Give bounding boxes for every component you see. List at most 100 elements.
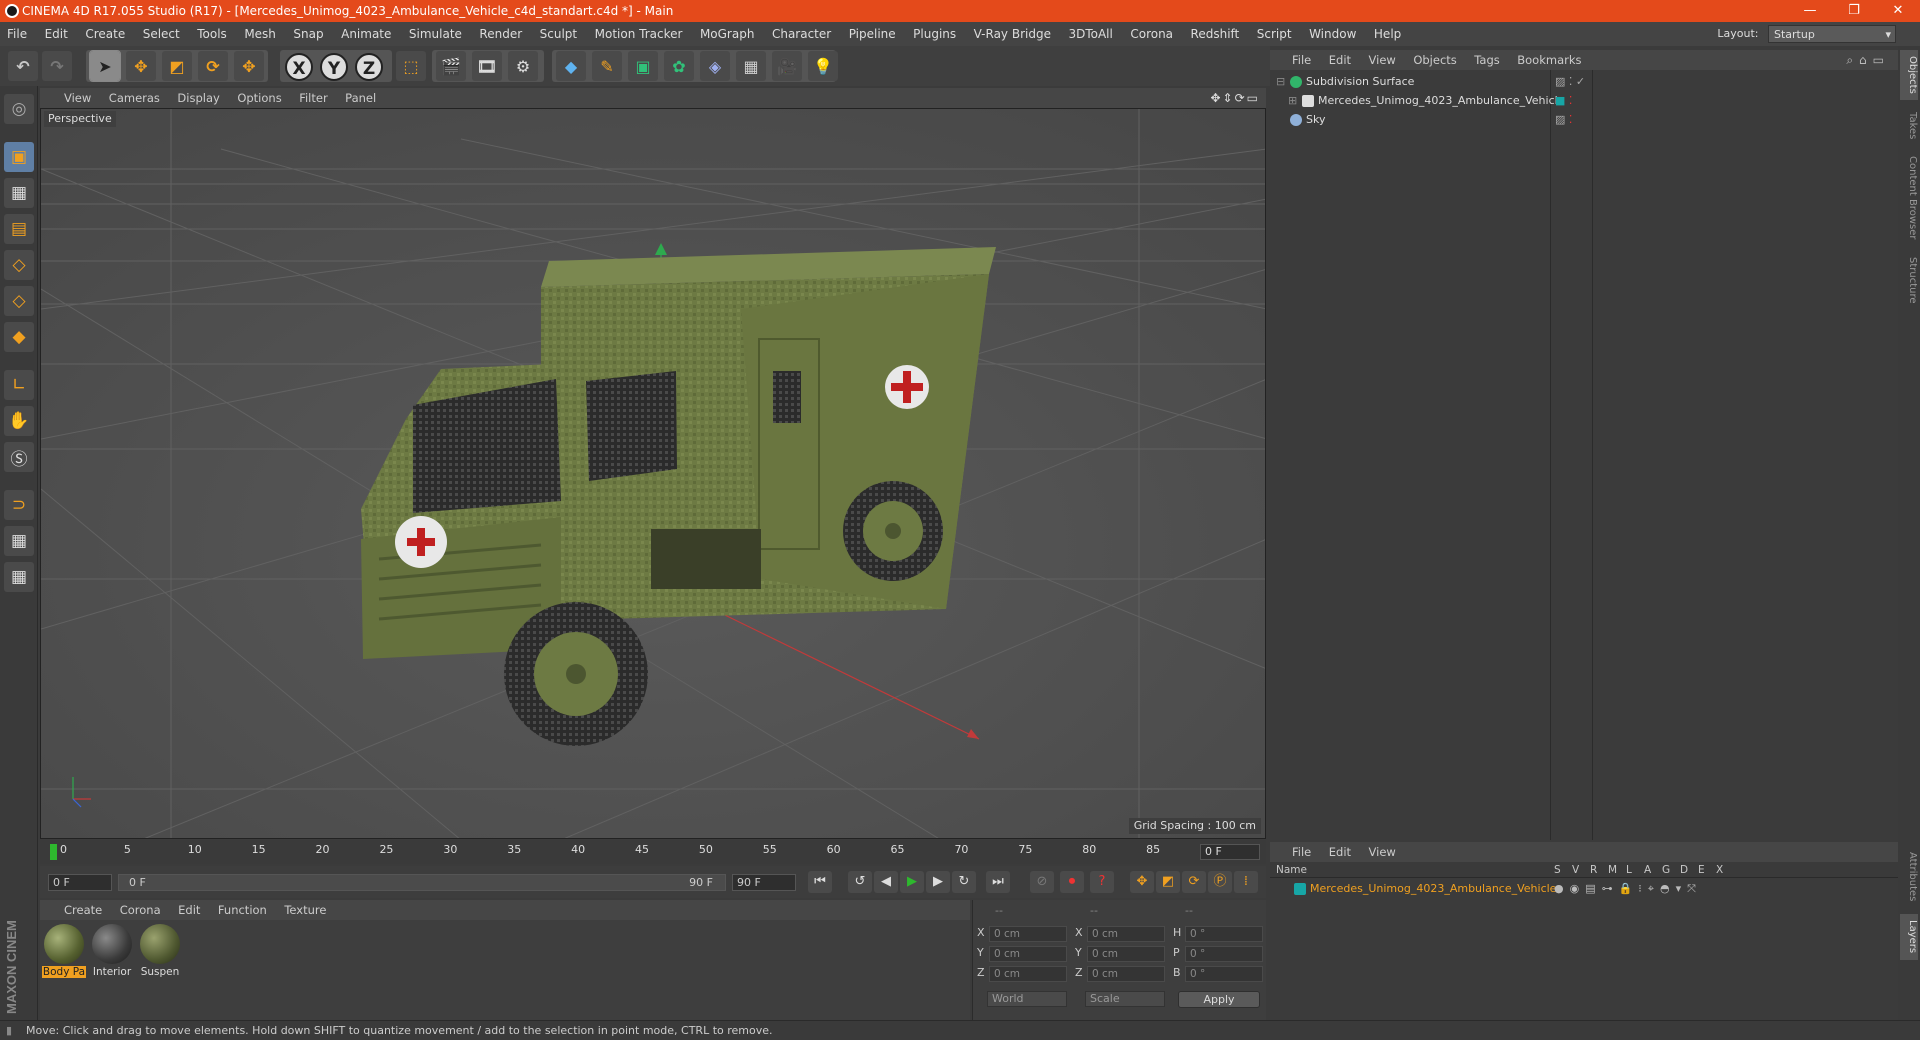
move-icon[interactable]: ✥ <box>126 51 156 81</box>
redo-icon[interactable]: ↷ <box>42 51 72 81</box>
previous-key-icon[interactable]: ↺ <box>848 871 872 893</box>
menu-redshift[interactable]: Redshift <box>1184 22 1247 46</box>
deformer-icon[interactable]: ◈ <box>700 51 730 81</box>
subdivision-surface-icon[interactable]: ▣ <box>628 51 658 81</box>
tab-takes[interactable]: Takes <box>1900 106 1918 146</box>
viewport-menu-options[interactable]: Options <box>230 88 288 108</box>
position-z-field[interactable]: 0 cm <box>989 966 1067 982</box>
objects-menu-view[interactable]: View <box>1362 50 1403 70</box>
viewport[interactable]: Perspective Grid Spacing : 100 cm <box>40 108 1266 839</box>
objects-menu-bookmarks[interactable]: Bookmarks <box>1510 50 1588 70</box>
floor-icon[interactable]: ▦ <box>736 51 766 81</box>
material-menu-edit[interactable]: Edit <box>171 900 207 920</box>
tab-layers[interactable]: Layers <box>1900 914 1918 960</box>
coordinate-system-icon[interactable]: ⬚ <box>396 51 426 81</box>
menu-edit[interactable]: Edit <box>38 22 75 46</box>
model-mode-icon[interactable]: ▣ <box>4 142 34 172</box>
playhead-marker[interactable] <box>50 844 57 860</box>
camera-label[interactable]: Perspective <box>44 111 116 127</box>
visibility-dots-icon[interactable]: ▨ ⁚ <box>1555 111 1572 129</box>
menu-corona[interactable]: Corona <box>1123 22 1180 46</box>
menu-sculpt[interactable]: Sculpt <box>533 22 584 46</box>
size-y-field[interactable]: 0 cm <box>1087 946 1165 962</box>
render-view-icon[interactable]: 🎬 <box>436 51 466 81</box>
menu-window[interactable]: Window <box>1302 22 1363 46</box>
coordinate-space-select[interactable]: World <box>987 991 1067 1007</box>
go-to-start-icon[interactable]: ⏮ <box>808 871 832 893</box>
rotation-p-field[interactable]: 0 ° <box>1185 946 1263 962</box>
layer-row[interactable]: Mercedes_Unimog_4023_Ambulance_Vehicle ●… <box>1270 880 1898 898</box>
axis-mode-icon[interactable]: ∟ <box>4 370 34 400</box>
axis-y-icon[interactable]: Y <box>320 53 348 81</box>
position-y-field[interactable]: 0 cm <box>989 946 1067 962</box>
solo-icon[interactable]: Ⓢ <box>4 442 34 472</box>
undo-icon[interactable]: ↶ <box>8 51 38 81</box>
current-frame-field[interactable]: 0 F <box>1200 844 1260 860</box>
material-item[interactable]: Interior <box>90 924 134 978</box>
viewport-menu-cameras[interactable]: Cameras <box>102 88 167 108</box>
material-menu-texture[interactable]: Texture <box>277 900 333 920</box>
object-row[interactable]: ⊞ Mercedes_Unimog_4023_Ambulance_Vehicle… <box>1270 92 1898 110</box>
viewport-menu-filter[interactable]: Filter <box>292 88 334 108</box>
coordinate-mode-select[interactable]: Scale <box>1085 991 1165 1007</box>
layers-menu-file[interactable]: File <box>1270 842 1318 862</box>
object-row[interactable]: ⊟ Subdivision Surface ▨ ⁚ ✓ <box>1270 73 1898 91</box>
objects-menu-file[interactable]: File <box>1270 50 1318 70</box>
menu-simulate[interactable]: Simulate <box>402 22 469 46</box>
viewport-menu-display[interactable]: Display <box>170 88 226 108</box>
layer-color-icon[interactable]: ■ ⁚ <box>1555 92 1572 110</box>
objects-menu-tags[interactable]: Tags <box>1467 50 1506 70</box>
material-item[interactable]: Suspen <box>138 924 182 978</box>
record-position-icon[interactable]: ⊘ <box>1030 871 1054 893</box>
keyframe-selection-icon[interactable]: ? <box>1090 871 1114 893</box>
visibility-dots-icon[interactable]: ▨ ⁚ ✓ <box>1555 73 1585 91</box>
timeline-ruler[interactable]: 051015202530354045505560657075808590 0 F <box>40 840 1266 864</box>
camera-icon[interactable]: 🎥 <box>772 51 802 81</box>
go-to-end-icon[interactable]: ⏭ <box>986 871 1010 893</box>
next-key-icon[interactable]: ↻ <box>952 871 976 893</box>
key-parameter-icon[interactable]: Ⓟ <box>1208 871 1232 893</box>
workplane-mode-icon[interactable]: ▤ <box>4 214 34 244</box>
layers-menu-view[interactable]: View <box>1362 842 1403 862</box>
texture-mode-icon[interactable]: ▦ <box>4 178 34 208</box>
frame-range-slider[interactable]: 0 F 90 F <box>118 874 726 891</box>
autokey-icon[interactable]: ⏺ <box>1060 871 1084 893</box>
light-icon[interactable]: 💡 <box>808 51 838 81</box>
recent-tool-icon[interactable]: ✥ <box>234 51 264 81</box>
material-menu-corona[interactable]: Corona <box>113 900 168 920</box>
lock-workplane-icon[interactable]: ▦ <box>4 526 34 556</box>
size-z-field[interactable]: 0 cm <box>1087 966 1165 982</box>
polygons-mode-icon[interactable]: ◆ <box>4 322 34 352</box>
menu-render[interactable]: Render <box>472 22 529 46</box>
tab-attributes[interactable]: Attributes <box>1900 844 1918 910</box>
points-mode-icon[interactable]: ◇ <box>4 250 34 280</box>
material-item[interactable]: Body Pa <box>42 924 86 978</box>
start-frame-field[interactable]: 0 F <box>48 874 112 891</box>
expand-icon[interactable]: ⊞ <box>1288 92 1297 110</box>
object-row[interactable]: Sky ▨ ⁚ <box>1270 111 1898 129</box>
next-frame-icon[interactable]: ▶ <box>926 871 950 893</box>
position-x-field[interactable]: 0 cm <box>989 926 1067 942</box>
previous-frame-icon[interactable]: ◀ <box>874 871 898 893</box>
menu-tools[interactable]: Tools <box>190 22 234 46</box>
cube-icon[interactable]: ◆ <box>556 51 586 81</box>
menu-mesh[interactable]: Mesh <box>237 22 283 46</box>
menu-3dtoall[interactable]: 3DToAll <box>1061 22 1119 46</box>
array-icon[interactable]: ✿ <box>664 51 694 81</box>
apply-button[interactable]: Apply <box>1178 991 1260 1008</box>
rotation-b-field[interactable]: 0 ° <box>1185 966 1263 982</box>
edges-mode-icon[interactable]: ◇ <box>4 286 34 316</box>
key-position-icon[interactable]: ✥ <box>1130 871 1154 893</box>
planar-workplane-icon[interactable]: ▦ <box>4 562 34 592</box>
layout-select[interactable]: Startup <box>1768 25 1896 44</box>
scale-icon[interactable]: ◩ <box>162 51 192 81</box>
key-scale-icon[interactable]: ◩ <box>1156 871 1180 893</box>
close-icon[interactable]: ✕ <box>1876 0 1920 22</box>
menu-vray-bridge[interactable]: V-Ray Bridge <box>967 22 1058 46</box>
menu-file[interactable]: File <box>0 22 34 46</box>
viewport-menu-view[interactable]: View <box>40 88 98 108</box>
axis-z-icon[interactable]: Z <box>355 53 383 81</box>
size-x-field[interactable]: 0 cm <box>1087 926 1165 942</box>
play-icon[interactable]: ▶ <box>900 871 924 893</box>
end-frame-field[interactable]: 90 F <box>732 874 796 891</box>
